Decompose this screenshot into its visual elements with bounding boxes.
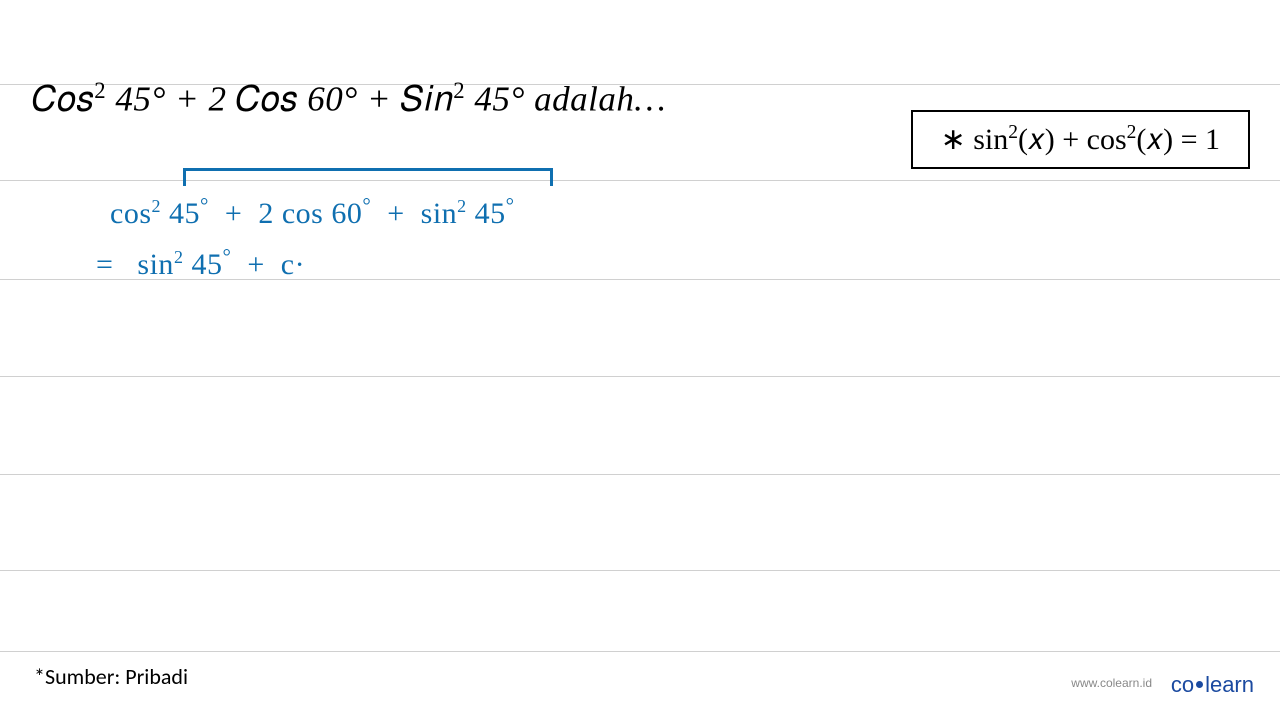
identity-box: ∗ sin2(𝑥) + cos2(𝑥) = 1 <box>911 110 1250 169</box>
footer-source: *Sumber: Pribadi <box>34 663 188 690</box>
identity-formula: ∗ sin2(𝑥) + cos2(𝑥) = 1 <box>941 123 1220 156</box>
rule-line <box>0 570 1280 571</box>
footer-url: www.colearn.id <box>1071 676 1152 690</box>
footer-logo: colearn <box>1171 672 1254 698</box>
rule-line <box>0 651 1280 652</box>
logo-dot-icon <box>1196 681 1203 688</box>
logo-part-co: co <box>1171 672 1194 697</box>
logo-part-learn: learn <box>1205 672 1254 697</box>
hand-bracket <box>183 168 553 186</box>
rule-line <box>0 376 1280 377</box>
question-text: 𝐶𝑜𝑠2 45° + 2 𝐶𝑜𝑠 60° + 𝑆𝑖𝑛2 45° adalah… <box>32 78 666 120</box>
hand-line-2: = sin2 45° + c· <box>96 244 305 282</box>
hand-line-1: cos2 45° + 2 cos 60° + sin2 45° <box>110 193 515 231</box>
rule-line <box>0 474 1280 475</box>
